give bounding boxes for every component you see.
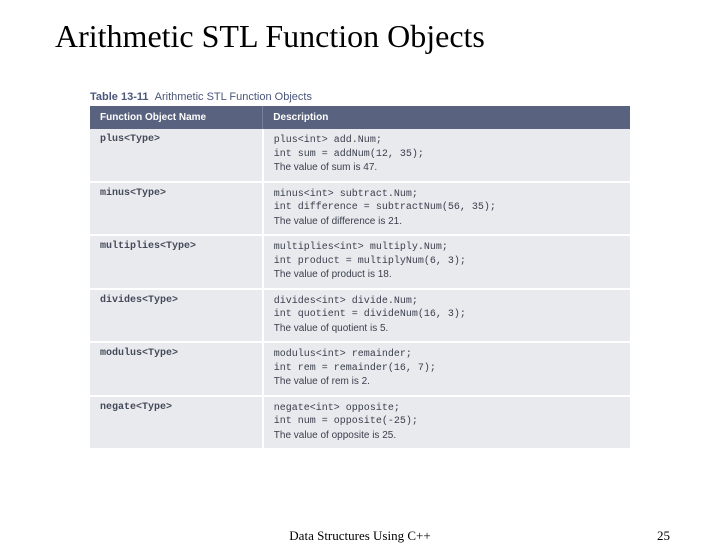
table-container: Table 13-11 Arithmetic STL Function Obje… — [90, 91, 630, 450]
table-row: minus<Type> minus<int> subtract.Num; int… — [90, 182, 630, 236]
code-line: int num = opposite(-25); — [274, 415, 620, 429]
table-row: divides<Type> divides<int> divide.Num; i… — [90, 289, 630, 343]
cell-name: minus<Type> — [90, 182, 263, 236]
code-line: minus<int> subtract.Num; — [274, 188, 620, 202]
col-header-desc: Description — [263, 106, 630, 129]
cell-name: divides<Type> — [90, 289, 263, 343]
table-row: multiplies<Type> multiplies<int> multipl… — [90, 235, 630, 289]
code-line: int difference = subtractNum(56, 35); — [274, 201, 620, 215]
desc-text: The value of rem is 2. — [274, 375, 620, 389]
code-line: negate<int> opposite; — [274, 402, 620, 416]
code-line: divides<int> divide.Num; — [274, 295, 620, 309]
code-line: modulus<int> remainder; — [274, 348, 620, 362]
table-number: Table 13-11 — [90, 91, 149, 103]
cell-name: modulus<Type> — [90, 342, 263, 396]
code-line: int rem = remainder(16, 7); — [274, 362, 620, 376]
table-caption-text: Arithmetic STL Function Objects — [155, 91, 312, 103]
table-caption: Table 13-11 Arithmetic STL Function Obje… — [90, 91, 630, 103]
desc-text: The value of opposite is 25. — [274, 429, 620, 443]
cell-desc: divides<int> divide.Num; int quotient = … — [263, 289, 630, 343]
cell-desc: plus<int> add.Num; int sum = addNum(12, … — [263, 129, 630, 182]
code-line: multiplies<int> multiply.Num; — [274, 241, 620, 255]
code-line: plus<int> add.Num; — [274, 134, 620, 148]
desc-text: The value of difference is 21. — [274, 215, 620, 229]
page-number: 25 — [657, 528, 670, 544]
footer-center-text: Data Structures Using C++ — [289, 528, 430, 544]
cell-desc: multiplies<int> multiply.Num; int produc… — [263, 235, 630, 289]
cell-name: multiplies<Type> — [90, 235, 263, 289]
function-object-table: Function Object Name Description plus<Ty… — [90, 106, 630, 450]
code-line: int quotient = divideNum(16, 3); — [274, 308, 620, 322]
table-row: negate<Type> negate<int> opposite; int n… — [90, 396, 630, 450]
cell-desc: negate<int> opposite; int num = opposite… — [263, 396, 630, 450]
table-row: plus<Type> plus<int> add.Num; int sum = … — [90, 129, 630, 182]
col-header-name: Function Object Name — [90, 106, 263, 129]
table-row: modulus<Type> modulus<int> remainder; in… — [90, 342, 630, 396]
cell-desc: minus<int> subtract.Num; int difference … — [263, 182, 630, 236]
cell-name: negate<Type> — [90, 396, 263, 450]
code-line: int product = multiplyNum(6, 3); — [274, 255, 620, 269]
cell-name: plus<Type> — [90, 129, 263, 182]
desc-text: The value of quotient is 5. — [274, 322, 620, 336]
code-line: int sum = addNum(12, 35); — [274, 148, 620, 162]
desc-text: The value of product is 18. — [274, 268, 620, 282]
desc-text: The value of sum is 47. — [274, 161, 620, 175]
cell-desc: modulus<int> remainder; int rem = remain… — [263, 342, 630, 396]
slide-title: Arithmetic STL Function Objects — [0, 0, 720, 63]
